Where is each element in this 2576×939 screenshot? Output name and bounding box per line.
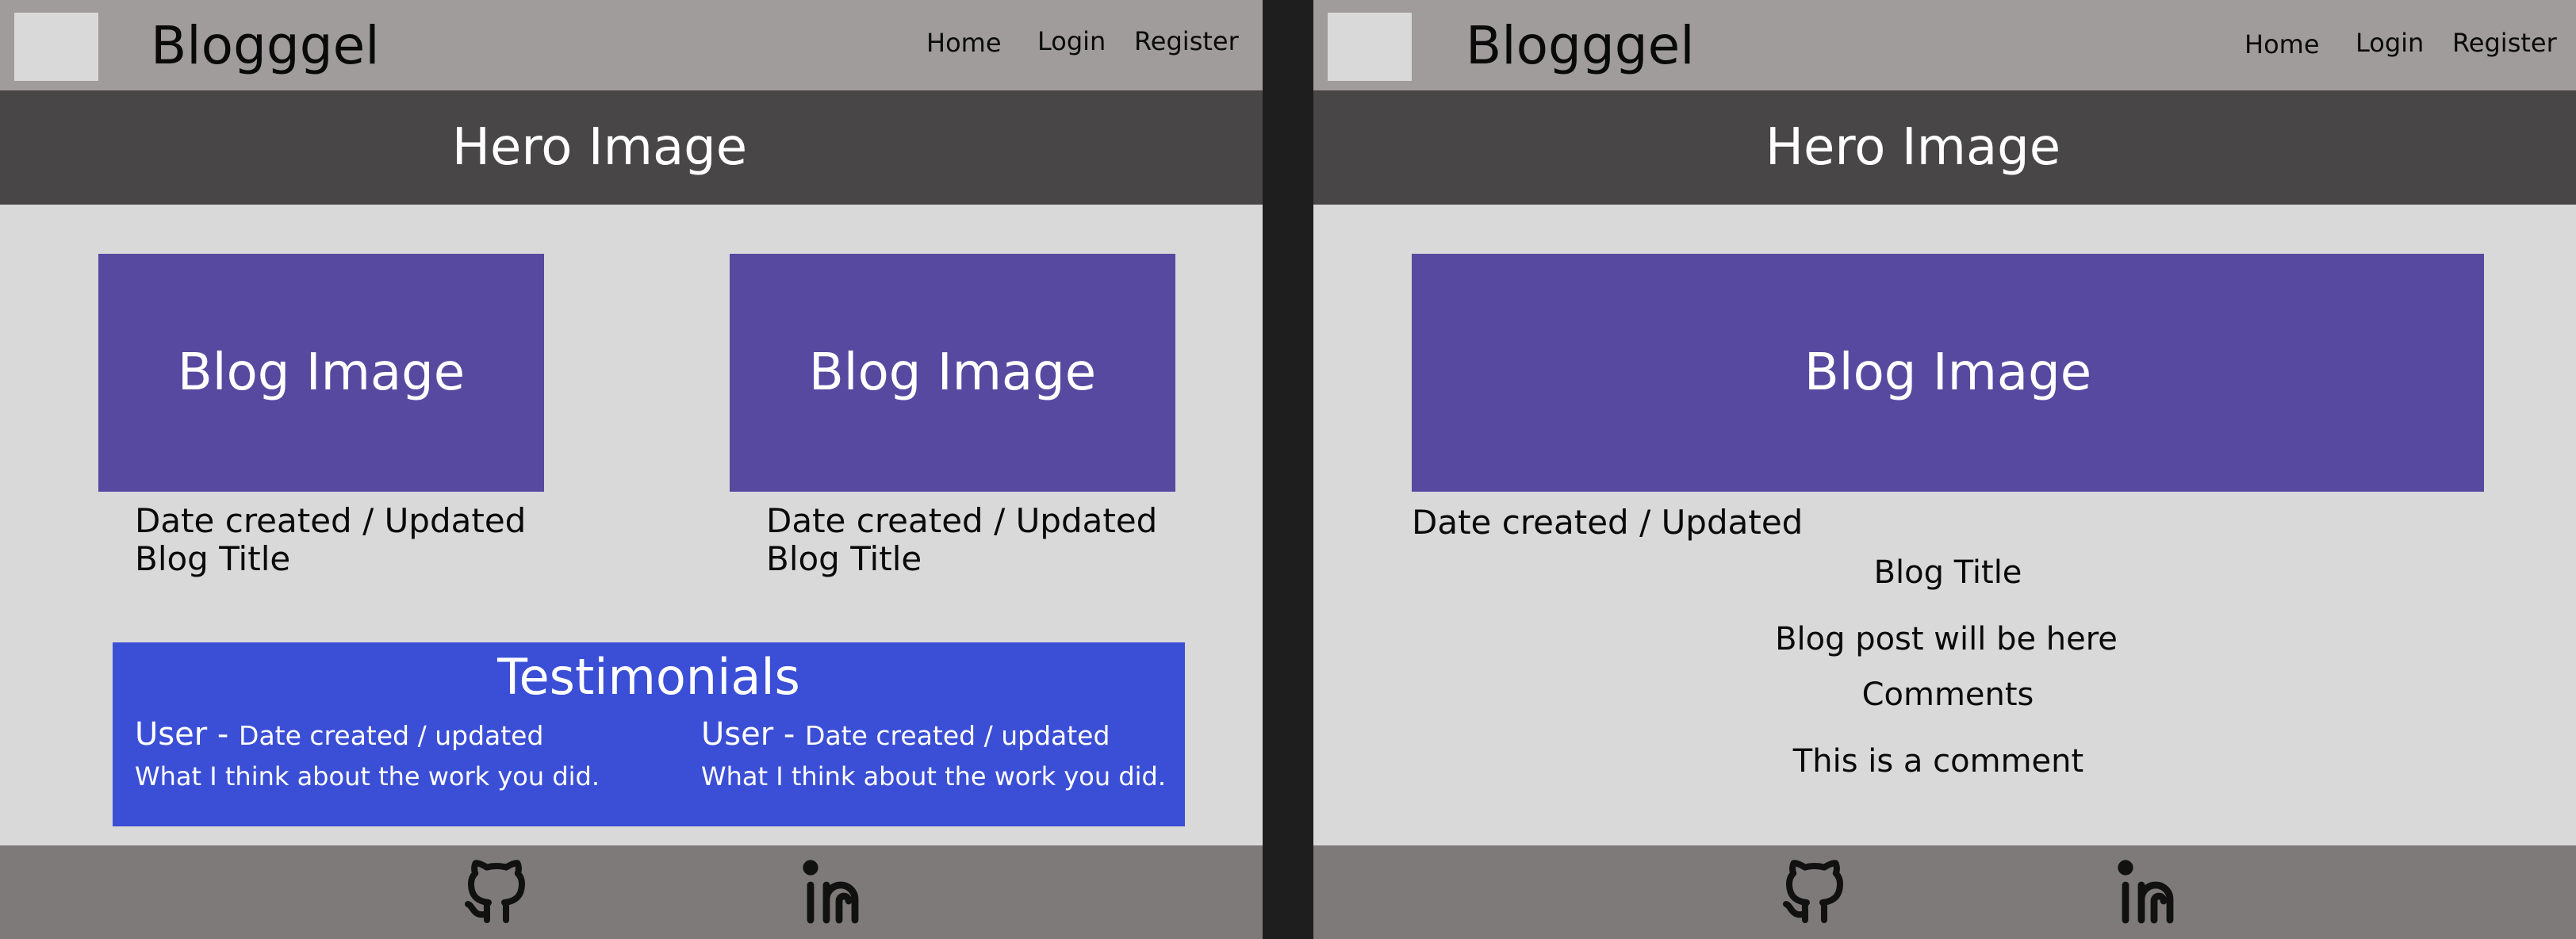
- blog-post-image: Blog Image: [1412, 254, 2484, 492]
- blog-image-label: Blog Image: [808, 343, 1097, 402]
- github-icon[interactable]: [458, 852, 535, 931]
- blog-card-image[interactable]: Blog Image: [98, 254, 544, 492]
- blog-list-wireframe: Blogggel Home Login Register Hero Image …: [0, 0, 1263, 939]
- testimonial-user-name: User -: [135, 716, 240, 753]
- linkedin-icon[interactable]: [2113, 852, 2189, 931]
- blog-card-date: Date created / Updated: [766, 501, 1158, 540]
- testimonial-user-name: User -: [701, 716, 806, 753]
- blog-image-label: Blog Image: [1804, 343, 2092, 402]
- blog-card-image[interactable]: Blog Image: [730, 254, 1175, 492]
- nav-link-login[interactable]: Login: [1037, 25, 1106, 57]
- testimonials-section: Testimonials User - Date created / updat…: [113, 642, 1185, 826]
- blog-post-title: Blog Title: [1873, 554, 2022, 591]
- navbar: Blogggel Home Login Register: [0, 0, 1263, 90]
- nav-link-register[interactable]: Register: [1134, 25, 1239, 57]
- nav-link-home[interactable]: Home: [2244, 29, 2320, 60]
- blog-post-wireframe: Blogggel Home Login Register Hero Image …: [1313, 0, 2576, 939]
- testimonials-heading: Testimonials: [497, 648, 800, 706]
- blog-card-title[interactable]: Blog Title: [766, 539, 922, 579]
- brand-name[interactable]: Blogggel: [1466, 14, 1695, 78]
- nav-link-login[interactable]: Login: [2356, 27, 2424, 59]
- comments-heading: Comments: [1861, 676, 2034, 713]
- nav-link-home[interactable]: Home: [926, 27, 1002, 59]
- blog-card-date: Date created / Updated: [135, 501, 527, 540]
- github-icon[interactable]: [1777, 852, 1853, 931]
- blog-post-body: Blog post will be here: [1775, 621, 2118, 657]
- logo-placeholder[interactable]: [14, 13, 98, 81]
- hero-label: Hero Image: [451, 118, 748, 177]
- testimonial-text: What I think about the work you did.: [701, 761, 1167, 791]
- testimonial-text: What I think about the work you did.: [135, 761, 600, 791]
- hero-image: Hero Image: [0, 90, 1263, 205]
- nav-link-register[interactable]: Register: [2452, 27, 2557, 59]
- blog-card-title[interactable]: Blog Title: [135, 539, 290, 579]
- brand-name[interactable]: Blogggel: [151, 14, 380, 78]
- testimonial-user: User - Date created / updated: [135, 715, 543, 755]
- testimonial-user: User - Date created / updated: [701, 715, 1110, 755]
- blog-image-label: Blog Image: [177, 343, 466, 402]
- footer: [0, 845, 1263, 939]
- linkedin-icon[interactable]: [798, 852, 874, 931]
- footer: [1313, 845, 2576, 939]
- navbar: Blogggel Home Login Register: [1313, 0, 2576, 90]
- hero-label: Hero Image: [1765, 118, 2061, 177]
- hero-image: Hero Image: [1313, 90, 2576, 205]
- comment-text: This is a comment: [1792, 743, 2084, 780]
- blog-post-date: Date created / Updated: [1412, 503, 1804, 542]
- logo-placeholder[interactable]: [1328, 13, 1412, 81]
- testimonial-date: Date created / updated: [805, 720, 1110, 751]
- testimonial-date: Date created / updated: [239, 720, 544, 751]
